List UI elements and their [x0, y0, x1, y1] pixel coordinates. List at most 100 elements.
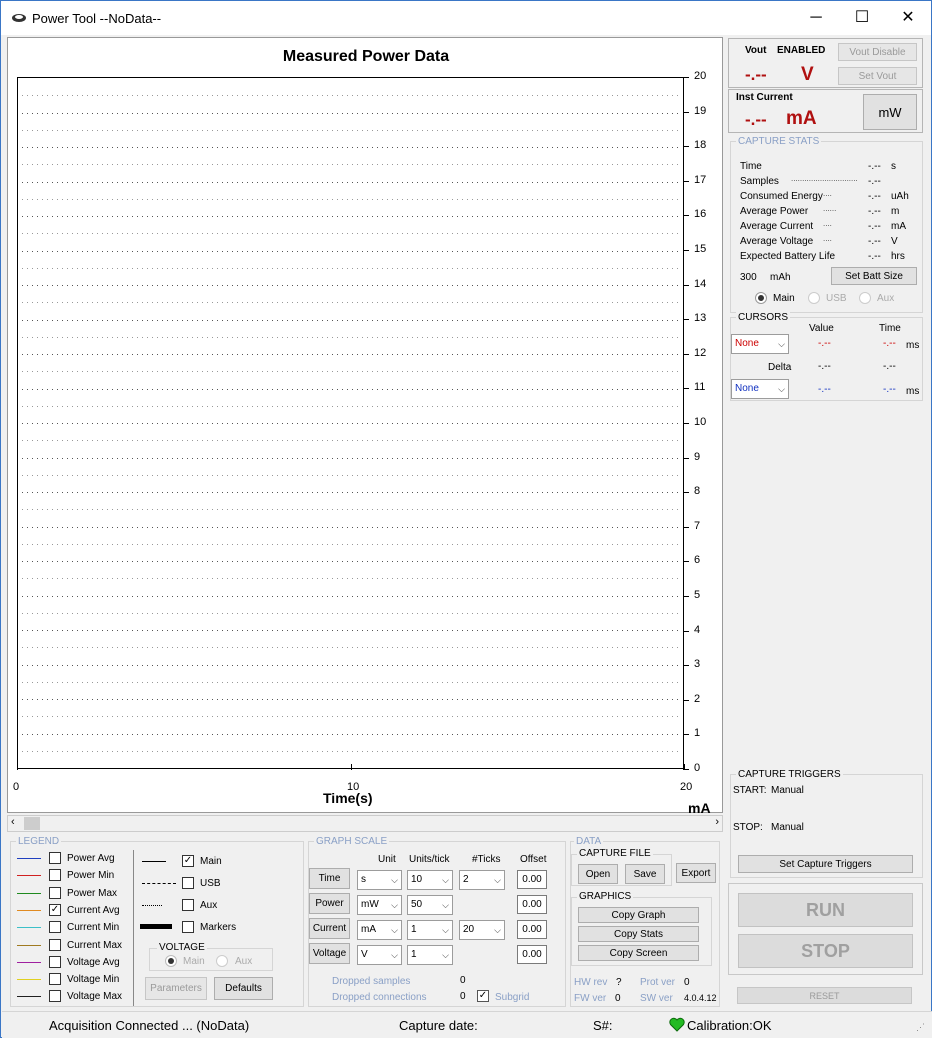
- close-button[interactable]: ✕: [885, 1, 931, 35]
- vout-disable-button[interactable]: Vout Disable: [838, 43, 917, 61]
- stats-row-name: Average Current: [740, 221, 814, 232]
- stats-aux-radio[interactable]: [859, 292, 871, 304]
- y-tick-mark: [683, 112, 689, 113]
- cursor1-time: -.--: [883, 338, 896, 349]
- y-tick-label: 5: [694, 589, 701, 601]
- legend-checkbox[interactable]: [49, 887, 61, 899]
- legend-checkbox[interactable]: [49, 990, 61, 1002]
- set-capture-triggers-button[interactable]: Set Capture Triggers: [738, 855, 913, 873]
- main-line-sample: [142, 861, 166, 862]
- y-tick-mark: [683, 181, 689, 182]
- legend-checkbox[interactable]: [49, 852, 61, 864]
- stats-main-radio[interactable]: [755, 292, 767, 304]
- legend-checkbox[interactable]: [49, 956, 61, 968]
- set-vout-button[interactable]: Set Vout: [838, 67, 917, 85]
- y-tick-label: 3: [694, 658, 701, 670]
- resize-grip-icon[interactable]: ⋰: [916, 1022, 925, 1033]
- export-button[interactable]: Export: [676, 863, 716, 883]
- minimize-button[interactable]: ─: [793, 1, 839, 35]
- y-tick-mark: [683, 734, 689, 735]
- data-group: DATA CAPTURE FILE Open Save Export GRAPH…: [570, 836, 720, 1007]
- parameters-button[interactable]: Parameters: [145, 977, 207, 1000]
- copy-stats-button[interactable]: Copy Stats: [578, 926, 699, 942]
- legend-checkbox[interactable]: [49, 869, 61, 881]
- scale-ticks-select[interactable]: 20 ⌵: [459, 920, 505, 940]
- markers-checkbox[interactable]: [182, 921, 194, 933]
- scale-offset-input[interactable]: 0.00: [517, 895, 547, 914]
- subgrid-checkbox[interactable]: ✓: [477, 990, 489, 1002]
- open-button[interactable]: Open: [578, 864, 618, 884]
- legend-line-sample: [17, 962, 41, 963]
- scale-unit-select[interactable]: s ⌵: [357, 870, 402, 890]
- stop-button[interactable]: STOP: [738, 934, 913, 968]
- legend-checkbox[interactable]: ✓: [49, 904, 61, 916]
- scale-units-select[interactable]: 1 ⌵: [407, 945, 453, 965]
- scale-row-button[interactable]: Time: [309, 868, 350, 889]
- scale-unit-select[interactable]: mA ⌵: [357, 920, 402, 940]
- scale-ticks-select[interactable]: 2 ⌵: [459, 870, 505, 890]
- defaults-button[interactable]: Defaults: [214, 977, 273, 1000]
- y-tick-mark: [683, 354, 689, 355]
- plot-area[interactable]: [17, 77, 684, 769]
- scale-units-select[interactable]: 1 ⌵: [407, 920, 453, 940]
- set-batt-size-button[interactable]: Set Batt Size: [831, 267, 917, 285]
- y-tick-mark: [683, 215, 689, 216]
- scale-unit-value: V: [361, 949, 368, 960]
- stats-row: Average Voltage.... -.-- V: [731, 234, 921, 250]
- reset-button[interactable]: RESET: [737, 987, 912, 1004]
- copy-screen-button[interactable]: Copy Screen: [578, 945, 699, 961]
- scale-units-select[interactable]: 10 ⌵: [407, 870, 453, 890]
- y-tick-mark: [683, 146, 689, 147]
- scale-offset-input[interactable]: 0.00: [517, 870, 547, 889]
- stats-row-value: -.--: [868, 206, 881, 217]
- cursors-label: CURSORS: [736, 312, 791, 323]
- maximize-button[interactable]: ☐: [839, 1, 885, 35]
- mw-toggle-button[interactable]: mW: [863, 94, 917, 130]
- y-tick-mark: [683, 77, 689, 78]
- cursor-value-header: Value: [809, 323, 834, 334]
- stats-row-unit: m: [891, 206, 900, 217]
- scroll-right-icon[interactable]: ›: [715, 816, 719, 828]
- scale-units-select[interactable]: 50 ⌵: [407, 895, 453, 915]
- voltage-aux-radio[interactable]: [216, 955, 228, 967]
- y-tick-label: 16: [694, 208, 707, 220]
- vout-label: Vout: [745, 45, 767, 56]
- cursor2-select[interactable]: None ⌵: [731, 379, 789, 399]
- y-tick-mark: [683, 561, 689, 562]
- cursor1-select[interactable]: None ⌵: [731, 334, 789, 354]
- voltage-group: VOLTAGE Main Aux: [149, 942, 273, 971]
- scale-unit-select[interactable]: mW ⌵: [357, 895, 402, 915]
- legend-checkbox[interactable]: [49, 921, 61, 933]
- graph-scrollbar[interactable]: ‹ ›: [7, 815, 723, 832]
- chevron-down-icon: ⌵: [391, 925, 398, 935]
- graph-title: Measured Power Data: [282, 48, 450, 65]
- scroll-left-icon[interactable]: ‹: [11, 816, 15, 828]
- scale-unit-select[interactable]: V ⌵: [357, 945, 402, 965]
- save-button[interactable]: Save: [625, 864, 665, 884]
- y-tick-mark: [683, 285, 689, 286]
- main-checkbox[interactable]: ✓: [182, 855, 194, 867]
- y-tick-label: 15: [694, 243, 707, 255]
- aux-checkbox[interactable]: [182, 899, 194, 911]
- cursor2-time: -.--: [883, 384, 896, 395]
- legend-line-sample: [17, 875, 41, 876]
- scale-row-button[interactable]: Voltage: [309, 943, 350, 964]
- scale-row-button[interactable]: Power: [309, 893, 350, 914]
- scale-offset-input[interactable]: 0.00: [517, 945, 547, 964]
- scale-row-button[interactable]: Current: [309, 918, 350, 939]
- scroll-thumb[interactable]: [24, 817, 40, 830]
- run-button[interactable]: RUN: [738, 893, 913, 927]
- legend-line-sample: [17, 858, 41, 859]
- copy-graph-button[interactable]: Copy Graph: [578, 907, 699, 923]
- stats-usb-radio[interactable]: [808, 292, 820, 304]
- legend-item: ✓ Current Avg: [11, 904, 131, 918]
- stats-row-value: -.--: [868, 236, 881, 247]
- legend-checkbox[interactable]: [49, 939, 61, 951]
- stats-row-name: Average Voltage: [740, 236, 814, 247]
- stats-row-unit: V: [891, 236, 898, 247]
- voltage-main-radio[interactable]: [165, 955, 177, 967]
- scale-offset-input[interactable]: 0.00: [517, 920, 547, 939]
- usb-checkbox[interactable]: [182, 877, 194, 889]
- legend-checkbox[interactable]: [49, 973, 61, 985]
- calibration-status: Calibration:OK: [687, 1018, 772, 1033]
